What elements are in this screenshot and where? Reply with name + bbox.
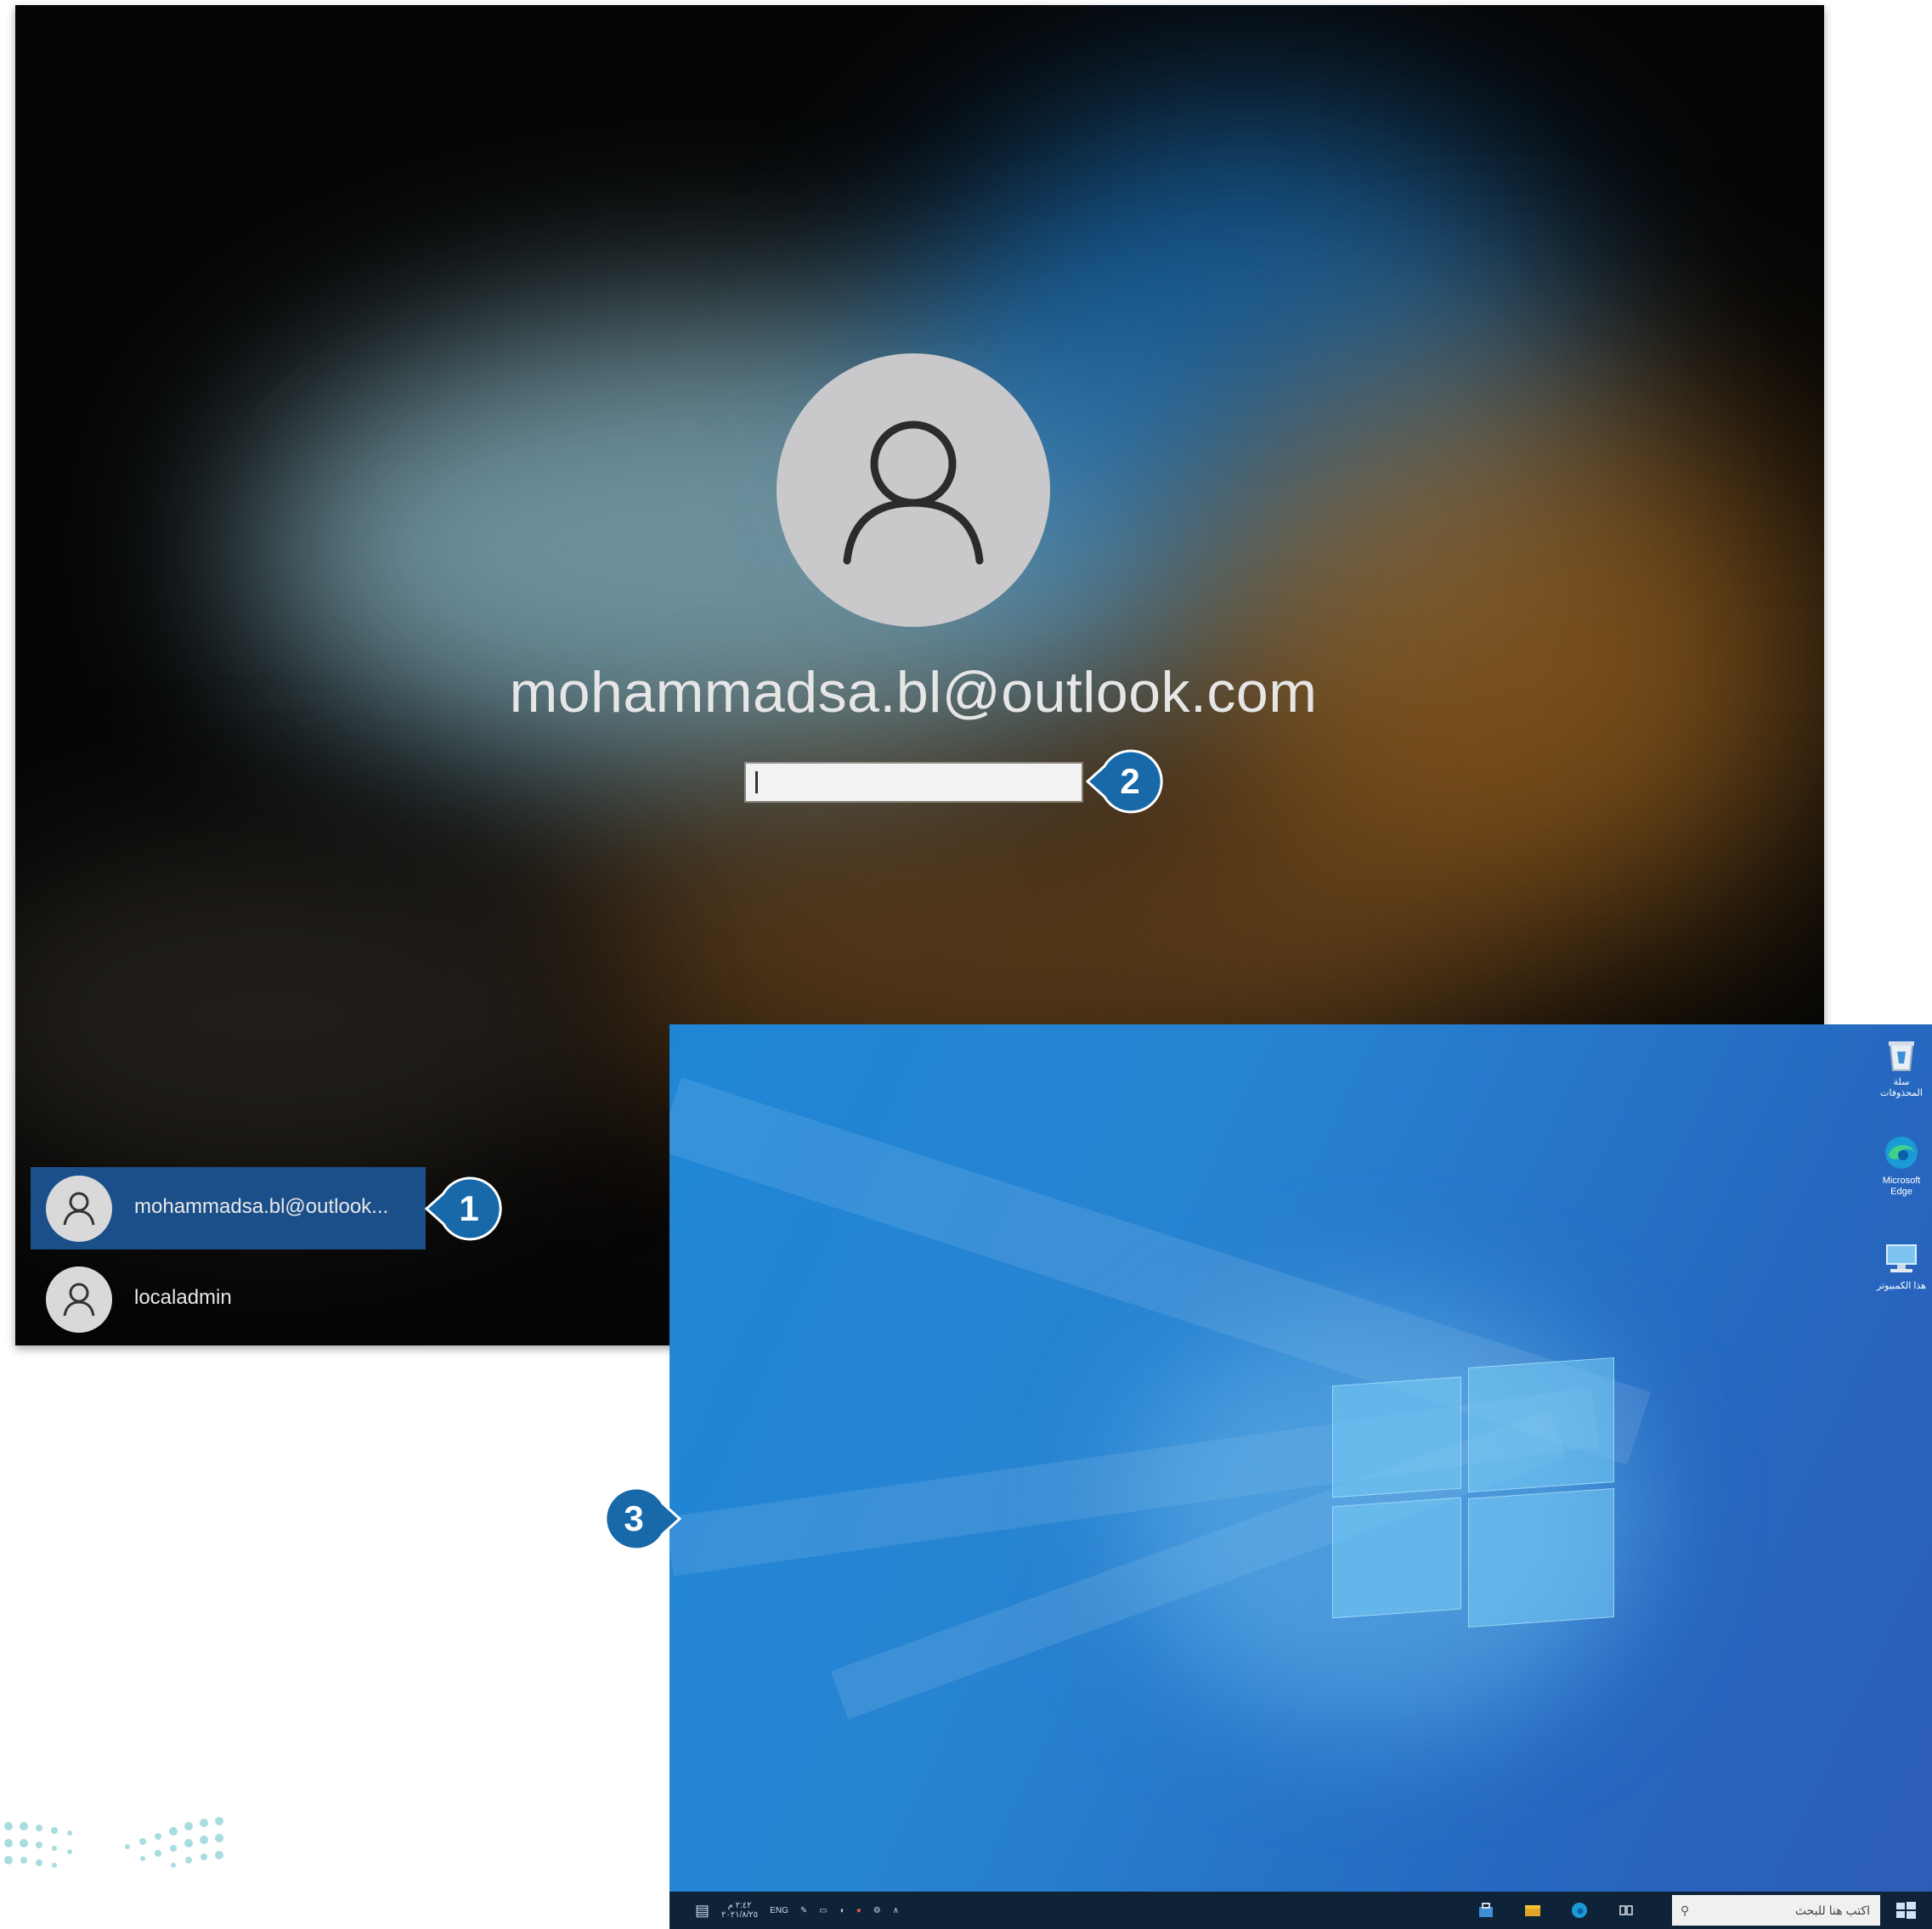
- desktop-icon-label: هذا الكمبيوتر: [1877, 1281, 1926, 1291]
- callout-number: 3: [624, 1498, 644, 1538]
- onedrive-icon[interactable]: ●: [856, 1906, 861, 1915]
- text-caret: [755, 771, 758, 793]
- settings-icon[interactable]: ⚙: [873, 1906, 881, 1915]
- person-icon: [63, 1283, 95, 1317]
- edge-shortcut[interactable]: Microsoft Edge: [1872, 1133, 1931, 1198]
- language-indicator[interactable]: ENG: [770, 1906, 788, 1915]
- chevron-up-icon[interactable]: ∧: [893, 1906, 899, 1915]
- search-icon: ⚲: [1681, 1904, 1690, 1917]
- callout-3: 3: [600, 1478, 681, 1560]
- user-switcher-item-outlook[interactable]: mohammadsa.bl@outlook...: [31, 1167, 426, 1249]
- file-explorer-icon[interactable]: [1523, 1901, 1542, 1920]
- windows-logo: [1324, 1347, 1647, 1636]
- desktop-icon-label: Microsoft Edge: [1882, 1176, 1921, 1197]
- user-switcher-label: mohammadsa.bl@outlook...: [134, 1195, 389, 1218]
- pen-icon[interactable]: ✎: [800, 1906, 807, 1915]
- notification-icon[interactable]: ▤: [695, 1902, 709, 1920]
- clock[interactable]: ٢:٤٢ م ٢٠٢١/٨/٢٥: [721, 1901, 758, 1920]
- user-switcher-item-localadmin[interactable]: localadmin: [31, 1258, 426, 1340]
- decorative-dot-pattern: [4, 1817, 223, 1868]
- callout-2: 2: [1086, 741, 1167, 822]
- edge-icon: [1882, 1133, 1921, 1172]
- computer-icon: [1882, 1238, 1921, 1278]
- user-switcher-label: localadmin: [134, 1286, 232, 1309]
- background-blur: [15, 838, 593, 1194]
- edge-icon[interactable]: [1570, 1901, 1589, 1920]
- password-field[interactable]: [746, 764, 1082, 801]
- windows-desktop: سلة المحذوفات Microsoft Edge هذا الكمبيو…: [669, 1024, 1932, 1929]
- user-avatar: [46, 1176, 112, 1242]
- desktop-icon-label: سلة المحذوفات: [1880, 1077, 1923, 1098]
- recycle-bin-shortcut[interactable]: سلة المحذوفات: [1872, 1035, 1931, 1099]
- clock-date: ٢٠٢١/٨/٢٥: [721, 1910, 759, 1920]
- clock-time: ٢:٤٢ م: [727, 1901, 752, 1910]
- callout-number: 2: [1120, 761, 1140, 801]
- user-avatar: [777, 353, 1050, 627]
- network-icon[interactable]: ▭: [819, 1906, 827, 1915]
- start-button[interactable]: [1893, 1898, 1918, 1922]
- callout-number: 1: [459, 1188, 479, 1228]
- volume-icon[interactable]: ◖: [839, 1906, 845, 1915]
- this-pc-shortcut[interactable]: هذا الكمبيوتر: [1872, 1238, 1931, 1292]
- person-icon: [63, 1192, 95, 1226]
- task-view-icon[interactable]: [1617, 1901, 1635, 1920]
- user-email: mohammadsa.bl@outlook.com: [509, 660, 1318, 725]
- taskbar-search-box[interactable]: ⚲ اكتب هنا للبحث: [1672, 1895, 1880, 1926]
- person-icon: [843, 420, 984, 565]
- search-placeholder: اكتب هنا للبحث: [1794, 1904, 1870, 1917]
- callout-1: 1: [425, 1168, 506, 1249]
- recycle-bin-icon: [1882, 1035, 1921, 1074]
- user-avatar: [46, 1266, 112, 1333]
- system-tray: ▤ ٢:٤٢ م ٢٠٢١/٨/٢٥ ENG ✎ ▭ ◖ ● ⚙ ∧: [695, 1892, 899, 1929]
- store-icon[interactable]: [1477, 1901, 1495, 1920]
- taskbar: ▤ ٢:٤٢ م ٢٠٢١/٨/٢٥ ENG ✎ ▭ ◖ ● ⚙ ∧ ⚲ اكت…: [669, 1892, 1932, 1929]
